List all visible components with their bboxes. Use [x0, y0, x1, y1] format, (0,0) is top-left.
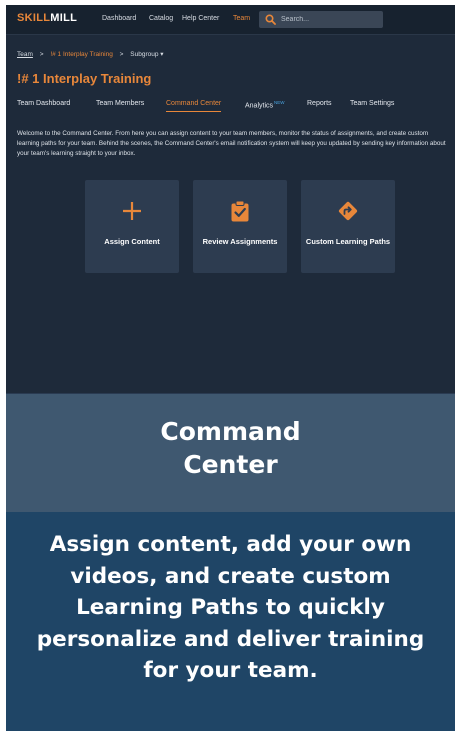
diamond-arrow-icon [338, 201, 358, 221]
nav-dashboard[interactable]: Dashboard [102, 15, 136, 22]
tab-team-members[interactable]: Team Members [96, 100, 144, 107]
logo-text-part1: SKILL [17, 12, 51, 24]
app-screenshot: SKILLMILL Dashboard Catalog Help Center … [6, 5, 455, 393]
assign-content-card[interactable]: Assign Content [85, 180, 179, 273]
nav-team[interactable]: Team [233, 15, 250, 22]
tab-team-settings[interactable]: Team Settings [350, 100, 394, 107]
review-assignments-card[interactable]: Review Assignments [193, 180, 287, 273]
card-label: Assign Content [104, 237, 160, 246]
tab-command-center[interactable]: Command Center [166, 100, 222, 112]
promo-frame: SKILLMILL Dashboard Catalog Help Center … [6, 5, 455, 731]
tab-analytics[interactable]: AnalyticsNEW [245, 100, 285, 109]
breadcrumb-separator: > [39, 51, 44, 58]
skillmill-logo[interactable]: SKILLMILL [17, 12, 77, 24]
search-box[interactable] [259, 11, 383, 28]
card-label: Custom Learning Paths [305, 237, 391, 246]
nav-catalog[interactable]: Catalog [149, 15, 173, 22]
search-input[interactable] [281, 14, 377, 25]
tab-reports[interactable]: Reports [307, 100, 332, 107]
clipboard-check-icon [231, 200, 249, 222]
caption-body: Assign content, add your own videos, and… [6, 512, 455, 731]
plus-icon [123, 202, 141, 220]
breadcrumb: Team > !# 1 Interplay Training > Subgrou… [17, 50, 164, 58]
top-navbar: SKILLMILL Dashboard Catalog Help Center … [6, 5, 455, 35]
caption-title: Command Center [160, 417, 301, 479]
team-tabs: Team Dashboard Team Members Command Cent… [17, 100, 447, 114]
welcome-text: Welcome to the Command Center. From here… [17, 130, 446, 157]
new-badge: NEW [274, 100, 285, 105]
breadcrumb-current-team[interactable]: !# 1 Interplay Training [50, 51, 113, 58]
logo-text-part2: MILL [50, 12, 78, 24]
breadcrumb-team[interactable]: Team [17, 51, 33, 58]
caption-description: Assign content, add your own videos, and… [36, 532, 425, 683]
tab-analytics-label: Analytics [245, 102, 274, 110]
nav-help-center[interactable]: Help Center [182, 15, 219, 22]
search-icon [265, 14, 276, 25]
breadcrumb-separator: > [119, 51, 124, 58]
caption-header: Command Center [6, 394, 455, 512]
card-label: Review Assignments [202, 237, 278, 246]
custom-learning-paths-card[interactable]: Custom Learning Paths [301, 180, 395, 273]
breadcrumb-subgroup-dropdown[interactable]: Subgroup ▾ [130, 50, 163, 58]
page-title: !# 1 Interplay Training [17, 71, 152, 86]
tab-team-dashboard[interactable]: Team Dashboard [17, 100, 70, 107]
